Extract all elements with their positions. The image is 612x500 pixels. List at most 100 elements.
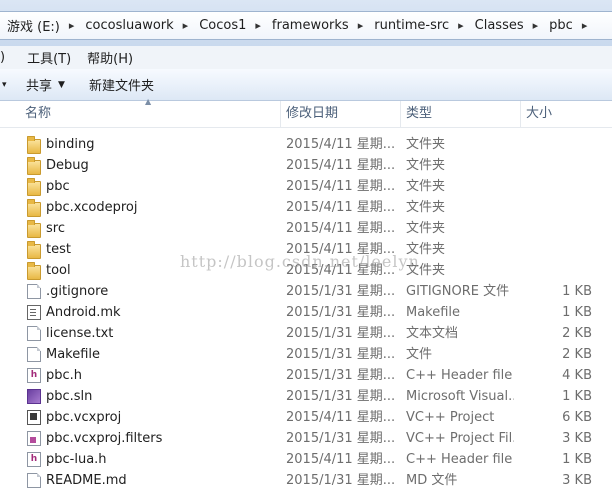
breadcrumb-label: Cocos1 <box>199 18 247 33</box>
menu-item-view[interactable]: ) <box>0 50 19 65</box>
file-row[interactable]: Makefile 2015/1/31 星期... 文件 2 KB <box>0 344 612 365</box>
breadcrumb-separator-icon[interactable]: ▸ <box>527 19 539 32</box>
file-row[interactable]: README.md 2015/1/31 星期... MD 文件 3 KB <box>0 470 612 491</box>
file-row[interactable]: pbc.h 2015/1/31 星期... C++ Header file 4 KB <box>0 365 612 386</box>
file-row[interactable]: pbc.vcxproj 2015/4/11 星期... VC++ Project 6 … <box>0 407 612 428</box>
chevron-down-icon: ▼ <box>58 79 65 90</box>
file-type: 文件夹 <box>406 137 446 152</box>
breadcrumb-item[interactable]: pbc ▸ <box>542 18 591 33</box>
breadcrumb-item[interactable]: runtime-src ▸ <box>367 18 467 33</box>
header-icon <box>27 452 41 467</box>
file-name: pbc-lua.h <box>46 452 107 467</box>
file-size: 2 KB <box>562 326 592 341</box>
file-date: 2015/1/31 星期... <box>286 431 396 446</box>
caret-left-icon[interactable]: ▾ <box>0 80 14 90</box>
file-size: 3 KB <box>562 431 592 446</box>
new-folder-button-label: 新建文件夹 <box>88 79 154 94</box>
column-header-row: ▲ 名称 修改日期 类型 大小 <box>0 97 612 128</box>
file-icon <box>27 284 41 299</box>
file-name: binding <box>46 137 95 152</box>
file-date: 2015/1/31 星期... <box>286 389 396 404</box>
file-type: VC++ Project <box>406 410 495 425</box>
filters-icon <box>27 431 41 446</box>
file-name: pbc.vcxproj <box>46 410 122 425</box>
file-name: license.txt <box>46 326 114 341</box>
folder-icon <box>27 262 41 280</box>
file-type: Makefile <box>406 305 461 320</box>
folder-icon <box>27 199 41 217</box>
breadcrumb-label: 游戏 (E:) <box>7 20 60 35</box>
share-button[interactable]: 共享 ▼ <box>14 75 77 94</box>
breadcrumb-label: runtime-src <box>374 18 450 33</box>
file-name: src <box>46 221 65 236</box>
file-size: 1 KB <box>562 389 592 404</box>
file-name: pbc.h <box>46 368 83 383</box>
file-row[interactable]: license.txt 2015/1/31 星期... 文本文档 2 KB <box>0 323 612 344</box>
file-size: 6 KB <box>562 410 592 425</box>
folder-icon <box>27 220 41 238</box>
breadcrumb-item[interactable]: Classes ▸ <box>468 18 543 33</box>
breadcrumb: 游戏 (E:) ▸ cocosluawork ▸ Cocos1 ▸ frameworks ▸ r… <box>0 11 612 40</box>
file-type: 文件夹 <box>406 200 446 215</box>
file-icon <box>27 326 41 341</box>
file-row[interactable]: tool 2015/4/11 星期... 文件夹 <box>0 260 612 281</box>
file-name: .gitignore <box>46 284 109 299</box>
breadcrumb-separator-icon[interactable]: ▸ <box>249 19 261 32</box>
file-date: 2015/1/31 星期... <box>286 326 396 341</box>
breadcrumb-label: frameworks <box>271 18 349 33</box>
file-name: pbc <box>46 179 70 194</box>
file-size <box>520 260 592 281</box>
column-header-name[interactable]: 名称 <box>20 101 280 127</box>
header-icon <box>27 368 41 383</box>
file-icon <box>27 347 41 362</box>
breadcrumb-item[interactable]: cocosluawork ▸ <box>78 18 192 33</box>
file-row[interactable]: pbc-lua.h 2015/4/11 星期... C++ Header file 1… <box>0 449 612 470</box>
file-size: 4 KB <box>562 368 592 383</box>
breadcrumb-separator-icon[interactable]: ▸ <box>177 19 189 32</box>
file-row[interactable]: test 2015/4/11 星期... 文件夹 <box>0 239 612 260</box>
file-type: MD 文件 <box>406 473 458 488</box>
file-row[interactable]: src 2015/4/11 星期... 文件夹 <box>0 218 612 239</box>
file-type: 文件夹 <box>406 179 446 194</box>
file-date: 2015/1/31 星期... <box>286 347 396 362</box>
file-name: pbc.sln <box>46 389 93 404</box>
column-header-size[interactable]: 大小 <box>520 101 612 127</box>
column-header-type[interactable]: 类型 <box>400 101 520 127</box>
file-date: 2015/4/11 星期... <box>286 263 396 278</box>
breadcrumb-separator-icon[interactable]: ▸ <box>576 19 588 32</box>
file-type: GITIGNORE 文件 <box>406 284 510 299</box>
file-name: Debug <box>46 158 89 173</box>
breadcrumb-label: pbc <box>549 18 573 33</box>
file-row[interactable]: Android.mk 2015/1/31 星期... Makefile 1 KB <box>0 302 612 323</box>
file-row[interactable]: binding 2015/4/11 星期... 文件夹 <box>0 134 612 155</box>
file-row[interactable]: pbc.xcodeproj 2015/4/11 星期... 文件夹 <box>0 197 612 218</box>
menu-item-help[interactable]: 帮助(H) <box>79 48 141 67</box>
file-row[interactable]: Debug 2015/4/11 星期... 文件夹 <box>0 155 612 176</box>
breadcrumb-separator-icon[interactable]: ▸ <box>352 19 364 32</box>
file-date: 2015/4/11 星期... <box>286 158 396 173</box>
file-type: Microsoft Visual... <box>406 389 514 404</box>
file-type: VC++ Project Fil... <box>406 431 514 446</box>
file-type: 文件夹 <box>406 221 446 236</box>
file-icon <box>27 473 41 488</box>
file-type: 文件夹 <box>406 158 446 173</box>
address-bar: 游戏 (E:) ▸ cocosluawork ▸ Cocos1 ▸ frameworks ▸ r… <box>0 0 612 46</box>
menu-item-tools[interactable]: 工具(T) <box>19 48 79 67</box>
share-button-label: 共享 <box>26 79 53 94</box>
new-folder-button[interactable]: 新建文件夹 <box>77 75 166 94</box>
breadcrumb-item[interactable]: Cocos1 ▸ <box>192 18 265 33</box>
file-date: 2015/4/11 星期... <box>286 410 396 425</box>
file-size <box>520 134 592 155</box>
file-row[interactable]: pbc 2015/4/11 星期... 文件夹 <box>0 176 612 197</box>
file-row[interactable]: .gitignore 2015/1/31 星期... GITIGNORE 文件 1 K… <box>0 281 612 302</box>
file-row[interactable]: pbc.vcxproj.filters 2015/1/31 星期... VC++ P… <box>0 428 612 449</box>
breadcrumb-item[interactable]: 游戏 (E:) ▸ <box>0 16 78 35</box>
file-name: pbc.vcxproj.filters <box>46 431 163 446</box>
breadcrumb-separator-icon[interactable]: ▸ <box>452 19 464 32</box>
breadcrumb-item[interactable]: frameworks ▸ <box>265 18 367 33</box>
file-row[interactable]: pbc.sln 2015/1/31 星期... Microsoft Visual..… <box>0 386 612 407</box>
column-header-date[interactable]: 修改日期 <box>280 101 400 127</box>
file-type: 文件 <box>406 347 433 362</box>
breadcrumb-separator-icon[interactable]: ▸ <box>63 19 75 32</box>
makefile-icon <box>27 305 41 320</box>
